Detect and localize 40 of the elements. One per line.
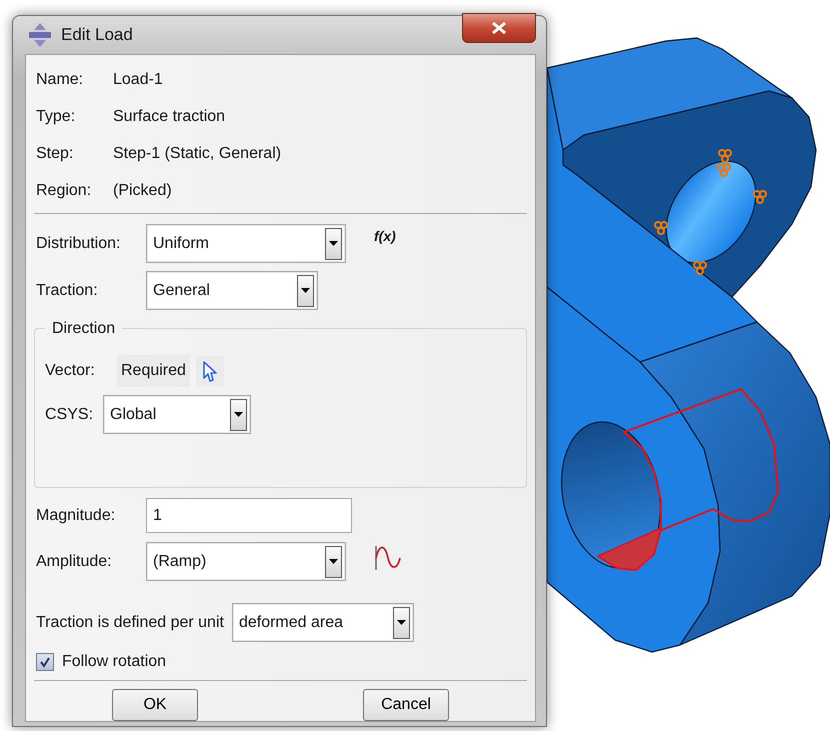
load-marker-icon: [693, 261, 707, 275]
field-value: (Picked): [113, 180, 172, 200]
field-label: Region:: [36, 180, 92, 200]
field-label: Traction is defined per unit: [36, 612, 224, 632]
field-label: Traction:: [36, 280, 99, 300]
field-label: Name:: [36, 70, 84, 90]
function-label: f(x): [374, 227, 396, 246]
field-label: Magnitude:: [36, 506, 116, 526]
dropdown[interactable]: (Ramp): [146, 542, 346, 581]
field-value: Required: [117, 355, 190, 387]
field-label: Type:: [36, 106, 76, 126]
field-label: CSYS:: [45, 404, 94, 424]
field-value: Surface traction: [113, 106, 226, 126]
field-label: Amplitude:: [36, 552, 113, 572]
field-label: Step:: [36, 144, 74, 164]
load-marker-icon: [654, 221, 668, 235]
dialog-button[interactable]: OK: [112, 689, 198, 721]
field-label: Distribution:: [36, 234, 122, 254]
close-button[interactable]: [462, 13, 536, 43]
checkbox[interactable]: [36, 653, 54, 671]
dropdown[interactable]: Uniform: [146, 224, 346, 263]
dropdown[interactable]: General: [146, 271, 318, 310]
window-title: Edit Load: [61, 24, 133, 46]
app-icon: [27, 22, 53, 48]
dialog-button[interactable]: Cancel: [363, 689, 449, 721]
checkbox-label: Follow rotation: [62, 652, 166, 672]
cursor-arrow-icon: [202, 360, 218, 382]
close-icon: [490, 21, 508, 35]
field-value: Load-1: [113, 70, 163, 90]
load-marker-icon: [753, 190, 767, 204]
load-marker-icon: [717, 163, 731, 177]
checkmark-icon: [39, 656, 51, 668]
load-marker-icon: [718, 149, 732, 163]
field-value: Step-1 (Static, General): [113, 144, 282, 164]
dropdown[interactable]: deformed area: [232, 603, 414, 642]
dropdown[interactable]: Global: [103, 395, 251, 434]
magnitude-input-field[interactable]: 1: [146, 498, 352, 533]
field-label: Vector:: [45, 361, 96, 381]
amplitude-wave-icon[interactable]: [374, 544, 402, 570]
pick-arrow-button[interactable]: [196, 356, 224, 386]
